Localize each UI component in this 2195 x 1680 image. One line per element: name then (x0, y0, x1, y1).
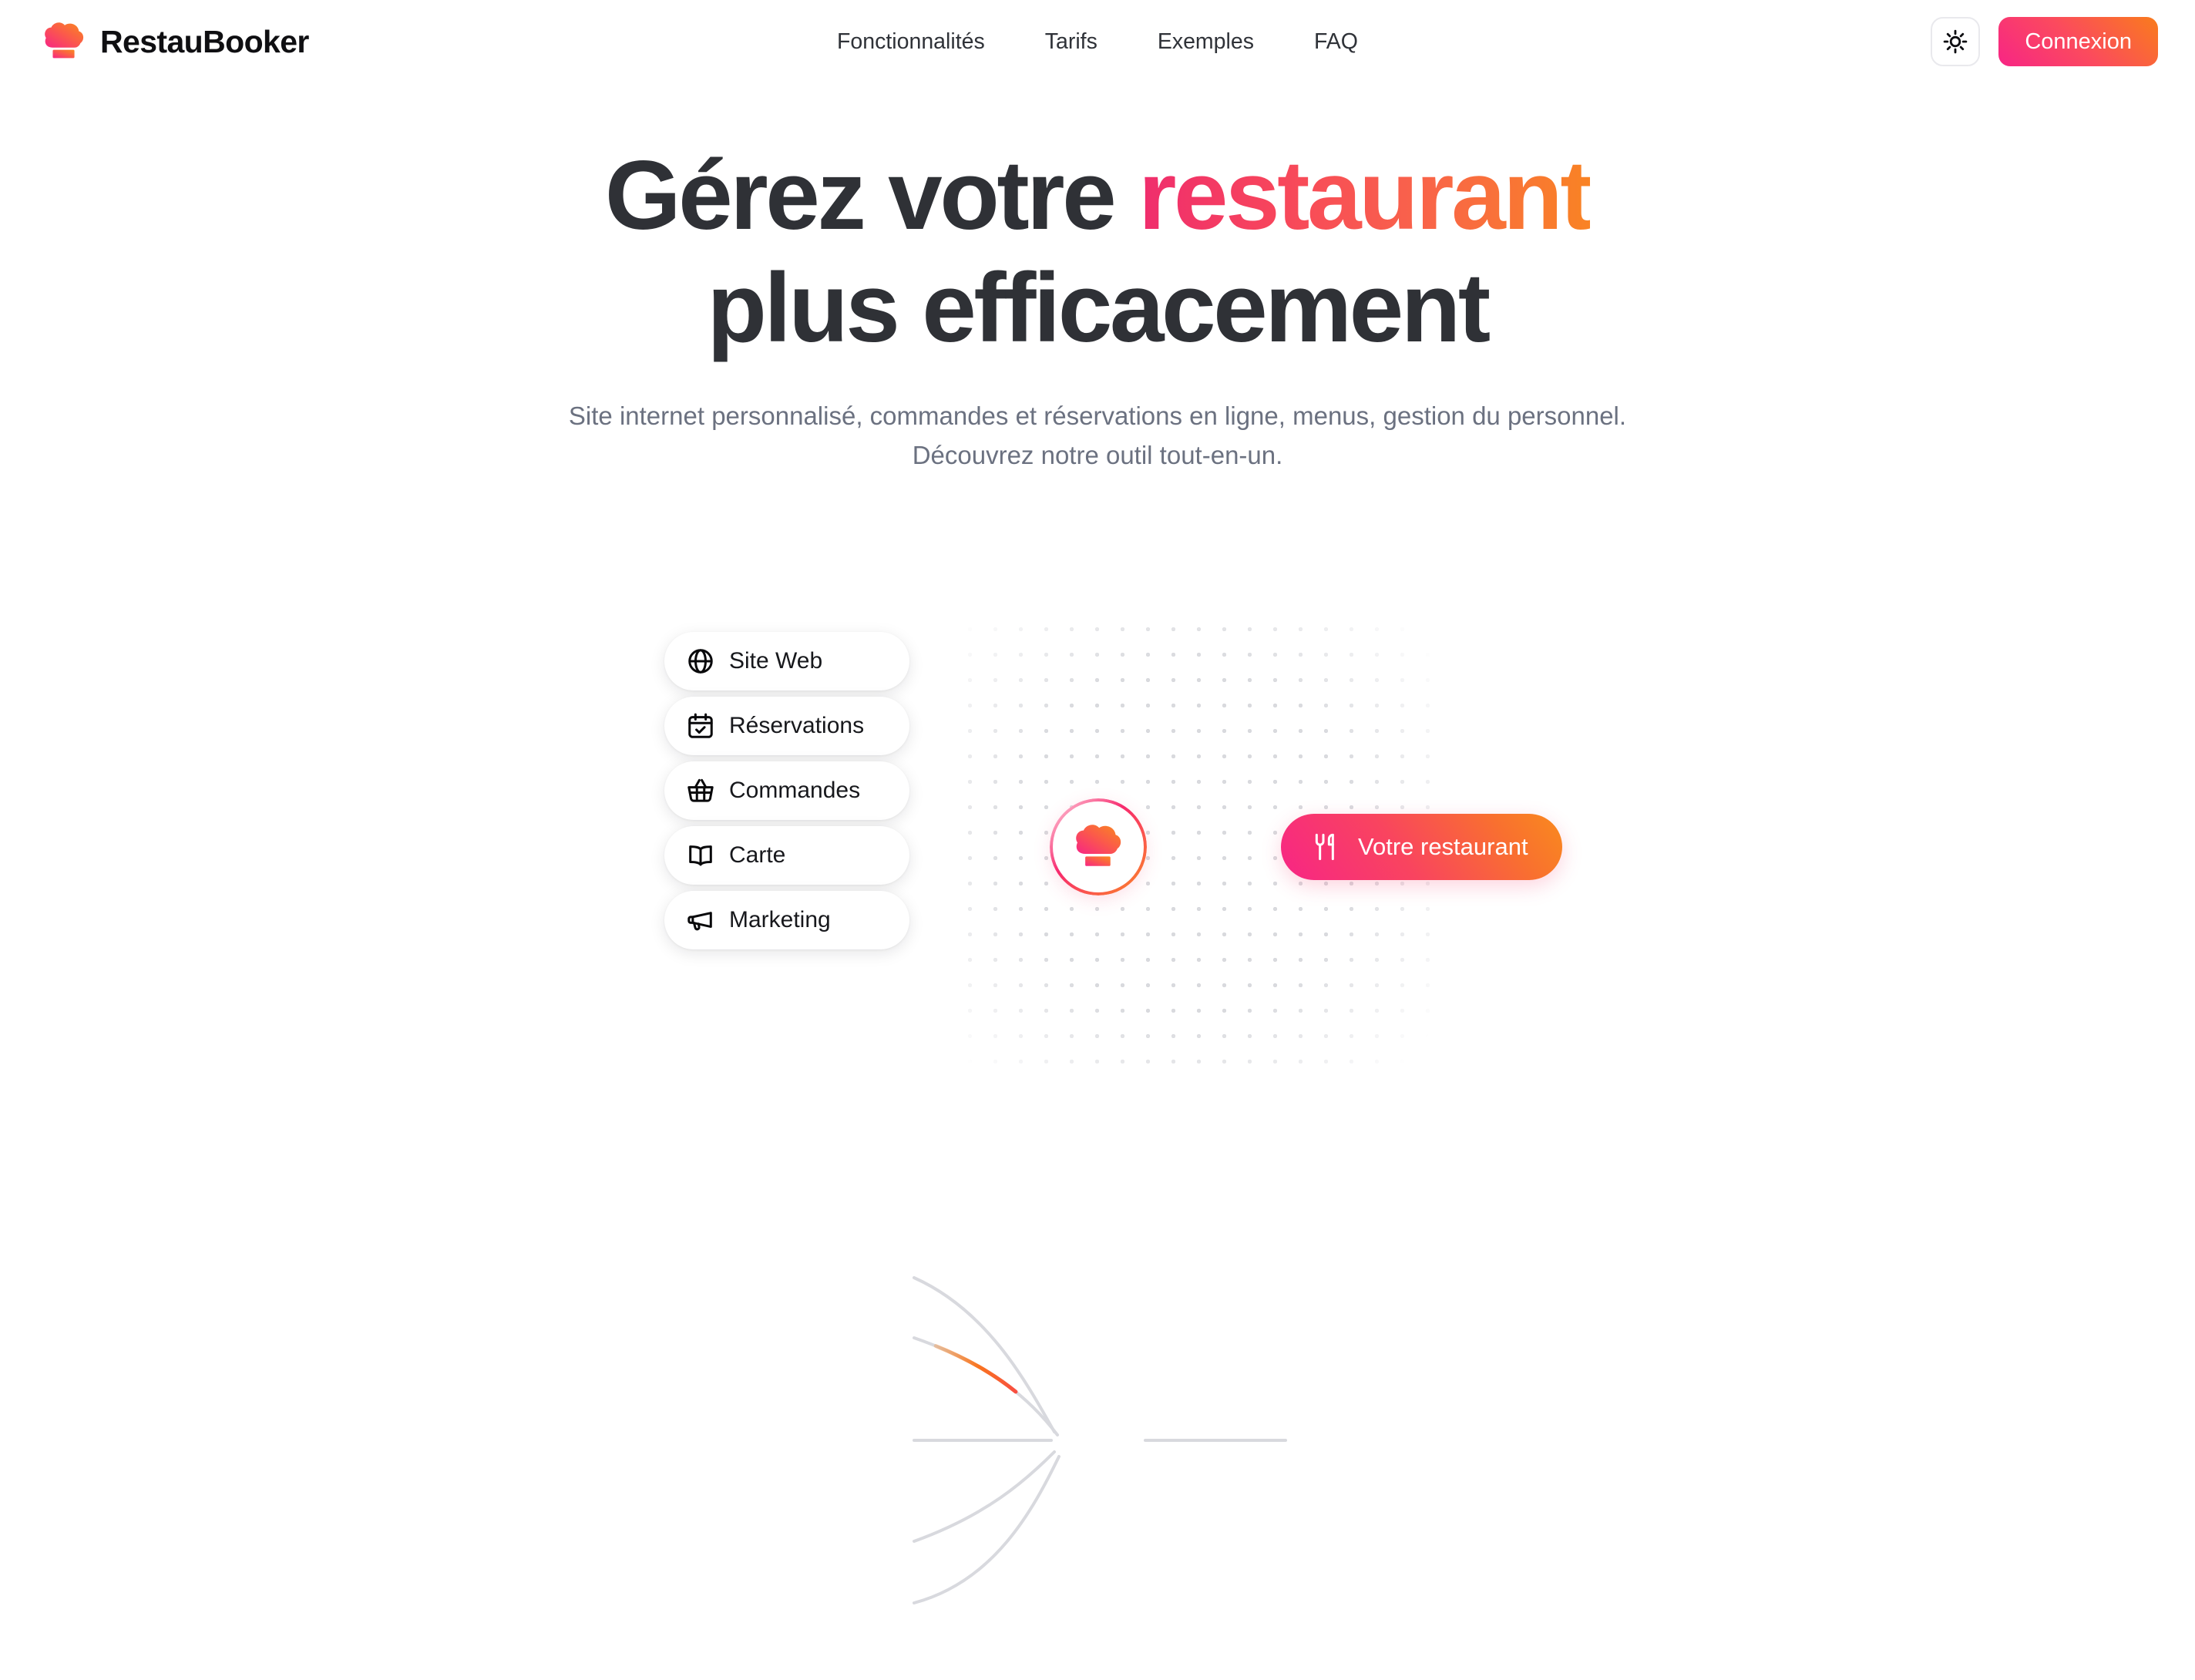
hero-subtitle: Site internet personnalisé, commandes et… (481, 396, 1714, 475)
megaphone-icon (687, 912, 712, 931)
nav-link-tarifs[interactable]: Tarifs (1045, 22, 1098, 62)
feature-pill-carte[interactable]: Carte (664, 826, 909, 885)
edge-pulse-reservations (912, 1336, 1060, 1437)
feature-pill-label: Site Web (729, 648, 823, 674)
feature-pill-reservations[interactable]: Réservations (664, 697, 909, 755)
diagram-target-label: Votre restaurant (1358, 833, 1528, 860)
feature-pill-list: Site Web Réservations Commandes Carte Ma… (664, 632, 909, 949)
site-header: RestauBooker Fonctionnalités Tarifs Exem… (0, 0, 2195, 83)
hero-subtitle-line1: Site internet personnalisé, commandes et… (568, 402, 1627, 431)
brand-logo-link[interactable]: RestauBooker (40, 18, 309, 66)
nav-link-faq[interactable]: FAQ (1314, 22, 1358, 62)
diagram-connector-edges (912, 1276, 1287, 1604)
feature-pill-label: Carte (729, 842, 786, 868)
brand-name: RestauBooker (100, 23, 309, 59)
feature-pill-label: Réservations (729, 713, 865, 738)
hero-title-highlight: restaurant (1138, 140, 1593, 250)
nav-link-fonctionnalites[interactable]: Fonctionnalités (837, 22, 985, 62)
globe-icon (688, 649, 713, 674)
header-actions: Connexion (1931, 17, 2158, 66)
hero-diagram: Site Web Réservations Commandes Carte Ma… (0, 593, 2195, 1604)
fork-knife-icon (1315, 833, 1334, 861)
chef-hat-icon (1076, 825, 1121, 866)
feature-pill-marketing[interactable]: Marketing (664, 891, 909, 949)
hero-title-part1: Gérez votre (604, 140, 1138, 250)
calendar-check-icon (688, 713, 713, 738)
theme-toggle-button[interactable] (1931, 17, 1981, 66)
chef-hat-icon (45, 22, 84, 59)
feature-pill-site-web[interactable]: Site Web (664, 632, 909, 690)
hero-section: Gérez votre restaurant plus efficacement… (0, 83, 2195, 475)
hero-subtitle-line2: Découvrez notre outil tout-en-un. (912, 441, 1283, 470)
feature-pill-commandes[interactable]: Commandes (664, 761, 909, 820)
nav-link-exemples[interactable]: Exemples (1158, 22, 1254, 62)
login-button[interactable]: Connexion (1998, 17, 2158, 66)
open-book-icon (689, 845, 712, 866)
feature-pill-label: Marketing (729, 907, 831, 932)
diagram-target-node[interactable]: Votre restaurant (1281, 814, 1562, 880)
hero-title: Gérez votre restaurant plus efficacement (435, 139, 1760, 364)
shopping-basket-icon (687, 778, 714, 802)
feature-pill-label: Commandes (729, 778, 861, 803)
sun-icon (1944, 29, 1968, 54)
hero-title-part2: plus efficacement (707, 253, 1491, 363)
main-nav: Fonctionnalités Tarifs Exemples FAQ (807, 22, 1388, 62)
diagram-hub-node[interactable] (1053, 801, 1144, 892)
